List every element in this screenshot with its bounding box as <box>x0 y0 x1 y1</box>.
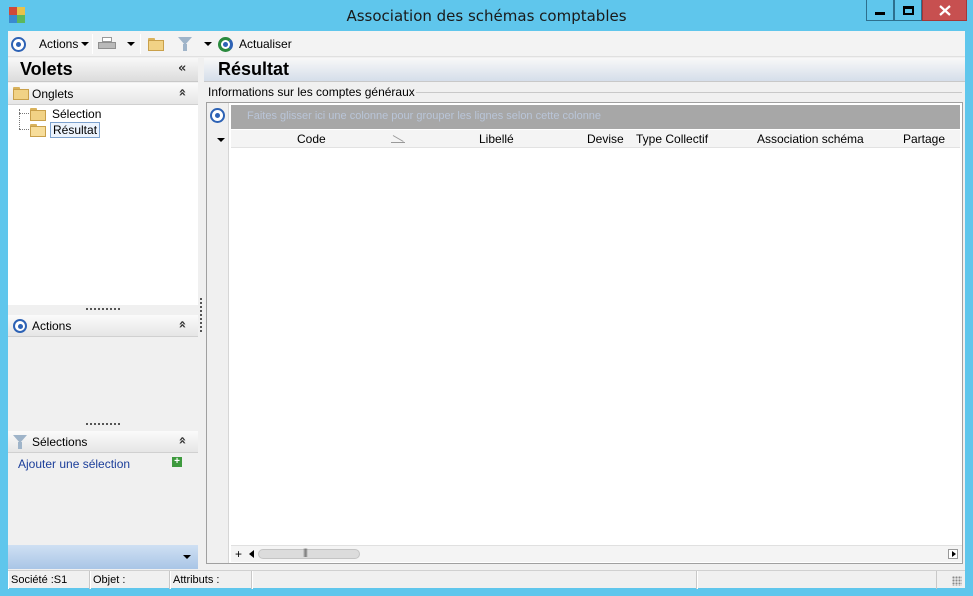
print-button[interactable] <box>98 34 116 54</box>
panel-footer <box>8 545 198 569</box>
filter-button[interactable] <box>178 34 192 54</box>
status-empty <box>252 571 697 589</box>
maximize-button[interactable] <box>894 0 922 21</box>
client-area: Actions Actualiser Volets « Onglets « Sé… <box>8 31 965 589</box>
actions-menu-button[interactable]: Actions <box>39 34 90 54</box>
scroll-right-icon[interactable] <box>948 549 958 559</box>
add-icon[interactable]: + <box>172 457 182 467</box>
onglets-section-header[interactable]: Onglets « <box>8 83 198 105</box>
selections-body: Ajouter une sélection + <box>8 453 198 545</box>
folder-icon <box>13 87 29 100</box>
tree-item-selection[interactable]: Sélection <box>30 106 103 122</box>
add-selection-link[interactable]: Ajouter une sélection <box>18 457 130 471</box>
vertical-splitter[interactable] <box>200 298 202 332</box>
minimize-button[interactable] <box>866 0 894 21</box>
menu-circle-icon <box>11 36 26 52</box>
group-by-panel[interactable]: Faites glisser ici une colonne pour grou… <box>231 105 960 129</box>
refresh-icon <box>218 36 233 52</box>
status-bar: Société :S1 Objet : Attributs : <box>8 570 965 589</box>
resultat-title: Résultat <box>218 59 290 79</box>
actions-section-header[interactable]: Actions « <box>8 315 198 337</box>
folder-icon <box>30 107 46 121</box>
close-button[interactable] <box>922 0 967 21</box>
group-box-line <box>416 92 962 93</box>
open-folder-button[interactable] <box>148 34 164 54</box>
actions-body <box>8 337 198 419</box>
main-menu-button[interactable] <box>11 34 26 54</box>
refresh-label: Actualiser <box>239 37 292 51</box>
splitter-grip[interactable] <box>86 423 120 425</box>
app-window: Association des schémas comptables Actio… <box>0 0 973 596</box>
status-empty <box>697 571 937 589</box>
expand-plus-icon[interactable]: + <box>235 547 242 561</box>
open-folder-icon <box>30 123 46 137</box>
onglets-tree: Sélection Résultat <box>8 105 198 305</box>
actions-title: Actions <box>32 319 72 333</box>
status-societe: Société :S1 <box>8 571 90 589</box>
status-attributs: Attributs : <box>170 571 252 589</box>
column-header-partage[interactable]: Partage <box>903 132 945 146</box>
chevron-down-icon <box>204 42 212 46</box>
group-box-label: Informations sur les comptes généraux <box>208 85 417 99</box>
collapse-section-icon[interactable]: « <box>175 320 190 328</box>
group-by-hint: Faites glisser ici une colonne pour grou… <box>247 110 602 122</box>
chevron-down-icon[interactable] <box>217 138 225 142</box>
actions-icon <box>13 319 27 333</box>
selections-title: Sélections <box>32 435 88 449</box>
scrollbar-thumb[interactable] <box>258 547 360 559</box>
volets-title: Volets <box>20 59 73 79</box>
column-header-code[interactable]: Code <box>297 132 326 146</box>
resize-grip-icon[interactable] <box>952 576 962 586</box>
filter-dropdown-button[interactable] <box>201 34 212 54</box>
tree-item-resultat[interactable]: Résultat <box>30 122 101 138</box>
title-bar[interactable]: Association des schémas comptables <box>0 0 973 31</box>
actions-menu-label: Actions <box>39 37 79 51</box>
column-header-libelle[interactable]: Libellé <box>479 132 514 146</box>
toolbar-separator <box>140 34 141 54</box>
onglets-title: Onglets <box>32 87 74 101</box>
grid-gutter <box>207 103 229 563</box>
selections-section-header[interactable]: Sélections « <box>8 431 198 453</box>
volets-header: Volets « <box>8 58 198 82</box>
column-header-type-collectif[interactable]: Type Collectif <box>636 132 708 146</box>
filter-icon <box>13 435 27 449</box>
print-dropdown-button[interactable] <box>124 34 135 54</box>
collapse-section-icon[interactable]: « <box>175 436 190 444</box>
filter-icon <box>178 37 192 51</box>
maximize-icon <box>902 5 914 15</box>
close-icon <box>938 4 951 16</box>
splitter-grip[interactable] <box>86 308 120 310</box>
refresh-button[interactable]: Actualiser <box>218 34 292 54</box>
chevron-down-icon <box>81 42 90 46</box>
tree-item-label: Résultat <box>50 122 101 138</box>
data-grid[interactable]: Faites glisser ici une colonne pour grou… <box>206 102 963 564</box>
resultat-panel: Résultat Informations sur les comptes gé… <box>204 58 965 569</box>
minimize-icon <box>875 12 885 15</box>
volets-panel: Volets « Onglets « Sélection Résultat Ac… <box>8 58 198 569</box>
chevron-down-icon[interactable] <box>183 555 191 559</box>
horizontal-scrollbar[interactable]: + <box>231 545 962 562</box>
column-header-devise[interactable]: Devise <box>587 132 624 146</box>
window-title: Association des schémas comptables <box>346 7 627 25</box>
sort-icon <box>391 133 405 143</box>
resultat-header: Résultat <box>204 58 965 82</box>
collapse-section-icon[interactable]: « <box>175 88 190 96</box>
scroll-left-icon[interactable] <box>249 550 254 558</box>
printer-icon <box>98 37 116 51</box>
grid-menu-icon[interactable] <box>210 108 225 123</box>
folder-icon <box>148 37 164 51</box>
column-header-row: Code Libellé Devise Type Collectif Assoc… <box>231 130 960 148</box>
column-header-association-schema[interactable]: Association schéma <box>757 132 864 146</box>
tree-item-label: Sélection <box>52 107 102 121</box>
chevron-down-icon <box>127 42 135 46</box>
toolbar: Actions Actualiser <box>8 31 965 57</box>
status-objet: Objet : <box>90 571 170 589</box>
collapse-panel-icon[interactable]: « <box>178 61 186 76</box>
toolbar-separator <box>92 34 93 54</box>
